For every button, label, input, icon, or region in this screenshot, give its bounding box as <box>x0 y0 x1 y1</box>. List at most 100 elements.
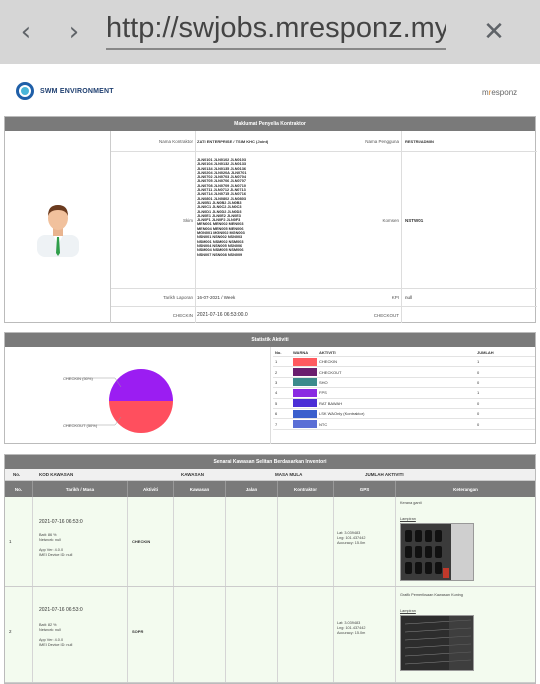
tarikh-label: Tarikh Laporan <box>163 295 193 300</box>
sub-jumlah: JUMLAH AKTIVITI <box>365 472 404 477</box>
col-warna: WARNA <box>293 350 309 355</box>
col-kontraktor-head: Kontraktor <box>278 481 334 497</box>
legend-swatch-cell <box>293 367 317 377</box>
avatar-cell <box>5 131 111 323</box>
back-icon[interactable]: ‹ <box>14 18 38 46</box>
legend-count: 0 <box>477 369 480 375</box>
row-skim: Skim JLN0101 JLN0102 JLN0103 JLN0104 JLN… <box>111 151 537 288</box>
legend-row: 6 LSK WAOnly (Kontraktor) 0 <box>273 409 535 420</box>
legend-swatch <box>293 388 317 397</box>
nama-kontraktor-label: Nama Kontraktor <box>158 138 193 144</box>
col-keterangan-head: Keterangan <box>453 486 478 492</box>
legend-count: 0 <box>477 400 480 406</box>
nama-pengguna-label: Nama Pengguna <box>365 138 399 144</box>
record-datetime: 2021-07-16 06:53:0 <box>39 607 83 613</box>
kpi-value: null <box>405 295 413 300</box>
lampiran-link[interactable]: Lampiran <box>400 517 416 522</box>
col-no-head: No. <box>5 481 33 497</box>
row-checkin: CHECKIN 2021-07-16 06:53:00.0 CHECKOUT <box>111 306 537 323</box>
activity-panel: Statistik Aktiviti CHECKIN (50%) CHECKOU… <box>4 332 536 444</box>
legend-count: 0 <box>477 421 480 427</box>
record-gps: Lat: 3.039483 Lng: 101.437442 Accuracy: … <box>337 621 366 635</box>
komsen-label: Komsen <box>382 217 399 223</box>
attachment-photo[interactable] <box>400 615 474 671</box>
col-aktiviti-head: Aktiviti <box>128 481 174 497</box>
col-jalan-head: Jalan <box>226 481 278 497</box>
col-no: No. <box>275 350 282 355</box>
nama-pengguna-value: RESTRI/ADMIN <box>405 138 434 144</box>
url-field[interactable]: http://swjobs.mresponz.my/ <box>106 12 446 50</box>
komsen-value: NSTW01 <box>405 217 424 223</box>
nama-kontraktor-value: ZATI ENTERPRISE / TSIM KHC (Joint) <box>197 138 269 144</box>
record-kawasan <box>174 497 226 586</box>
pie-label-checkin: CHECKIN (50%) <box>63 376 93 381</box>
activity-pie-area: CHECKIN (50%) CHECKOUT (50%) <box>5 347 271 444</box>
close-icon[interactable]: ✕ <box>481 18 507 46</box>
sub-kod: KOD KAWASAN <box>39 472 74 477</box>
swm-logo-text: SWM ENVIRONMENT <box>40 87 114 95</box>
checkout-label: CHECKOUT <box>373 312 399 318</box>
skim-value: JLN0101 JLN0102 JLN0103 JLN0104 JLN0132 … <box>197 158 247 257</box>
legend-no: 3 <box>275 379 278 385</box>
swm-logo: SWM ENVIRONMENT <box>16 82 114 100</box>
legend-swatch <box>293 420 317 429</box>
legend-row: 2 CHECKOUT 0 <box>273 367 535 378</box>
report-panel: Senarai Kawasan Selitan Berdasarkan Inve… <box>4 454 536 684</box>
record-activity: CHECKIN <box>132 539 151 544</box>
activity-pie-chart: CHECKIN (50%) CHECKOUT (50%) <box>63 369 173 433</box>
pie-slice-checkin[interactable] <box>109 401 173 433</box>
legend-count: 1 <box>477 359 480 365</box>
col-gps-head: GPS <box>334 481 396 497</box>
legend-swatch-cell <box>293 357 317 366</box>
contractor-panel-header: Maklumat Penyelia Kontraktor <box>5 117 535 131</box>
legend-swatch <box>293 378 317 387</box>
legend-swatch <box>293 409 317 418</box>
legend-activity: NTC <box>319 421 328 427</box>
legend-no: 4 <box>275 390 278 396</box>
kpi-label: KPI <box>391 295 399 300</box>
col-jumlah: JUMLAH <box>477 350 494 355</box>
table-row: 1 2021-07-16 06:53:0 Batt: 86 % Network:… <box>5 497 535 587</box>
row-tarikh: Tarikh Laporan 16-07-2021 / Week KPI nul… <box>111 288 537 306</box>
record-jalan <box>226 587 278 682</box>
tarikh-value: 16-07-2021 / Week <box>197 295 236 300</box>
attachment-photo[interactable] <box>400 523 474 581</box>
record-gps: Lat: 3.039483 Lng: 101.437442 Accuracy: … <box>337 531 366 545</box>
contractor-panel: Maklumat Penyelia Kontraktor Nama Kontra… <box>4 116 537 323</box>
legend-swatch-cell <box>293 409 317 418</box>
record-meta: Batt: 82 % Network: null App Ver: 4.0.0 … <box>39 623 73 647</box>
activity-legend-table: No. WARNA AKTIVITI JUMLAH 1 CHECKIN 1 2 CHEC… <box>273 349 535 430</box>
legend-row: 7 NTC 0 <box>273 419 535 430</box>
sub-kawasan: KAWASAN <box>181 472 205 477</box>
legend-no: 6 <box>275 411 278 417</box>
record-keterangan: Kerana ganti <box>400 501 422 505</box>
legend-activity: CHECKIN <box>319 359 338 365</box>
record-no: 2 <box>9 629 12 634</box>
skim-label: Skim <box>183 217 193 223</box>
legend-swatch <box>293 399 317 408</box>
lampiran-link[interactable]: Lampiran <box>400 609 416 614</box>
swm-logo-icon <box>16 82 34 100</box>
col-tarikh-head: Tarikh / Masa <box>33 481 128 497</box>
legend-row: 4 FPS 1 <box>273 388 535 399</box>
record-meta: Batt: 86 % Network: null App Ver: 4.0.0 … <box>39 533 73 557</box>
forward-icon[interactable]: › <box>62 18 86 46</box>
legend-swatch <box>293 357 317 366</box>
legend-header-row: No. WARNA AKTIVITI JUMLAH <box>273 349 535 357</box>
legend-activity: SHO <box>319 379 328 385</box>
legend-count: 0 <box>477 379 480 385</box>
legend-swatch <box>293 368 317 377</box>
legend-activity: RAT BAWAH <box>319 400 343 406</box>
record-kontraktor <box>278 587 334 682</box>
legend-count: 0 <box>477 411 480 417</box>
legend-no: 7 <box>275 421 278 427</box>
legend-count: 1 <box>477 390 480 396</box>
legend-swatch-cell <box>293 419 317 429</box>
legend-no: 5 <box>275 400 278 406</box>
report-panel-header: Senarai Kawasan Selitan Berdasarkan Inve… <box>5 455 535 469</box>
sub-no: No. <box>13 472 21 477</box>
checkin-value: 2021-07-16 06:53:00.0 <box>197 312 248 318</box>
legend-no: 2 <box>275 369 278 375</box>
legend-swatch-cell <box>293 388 317 397</box>
pie-slice-checkout[interactable] <box>109 369 173 401</box>
